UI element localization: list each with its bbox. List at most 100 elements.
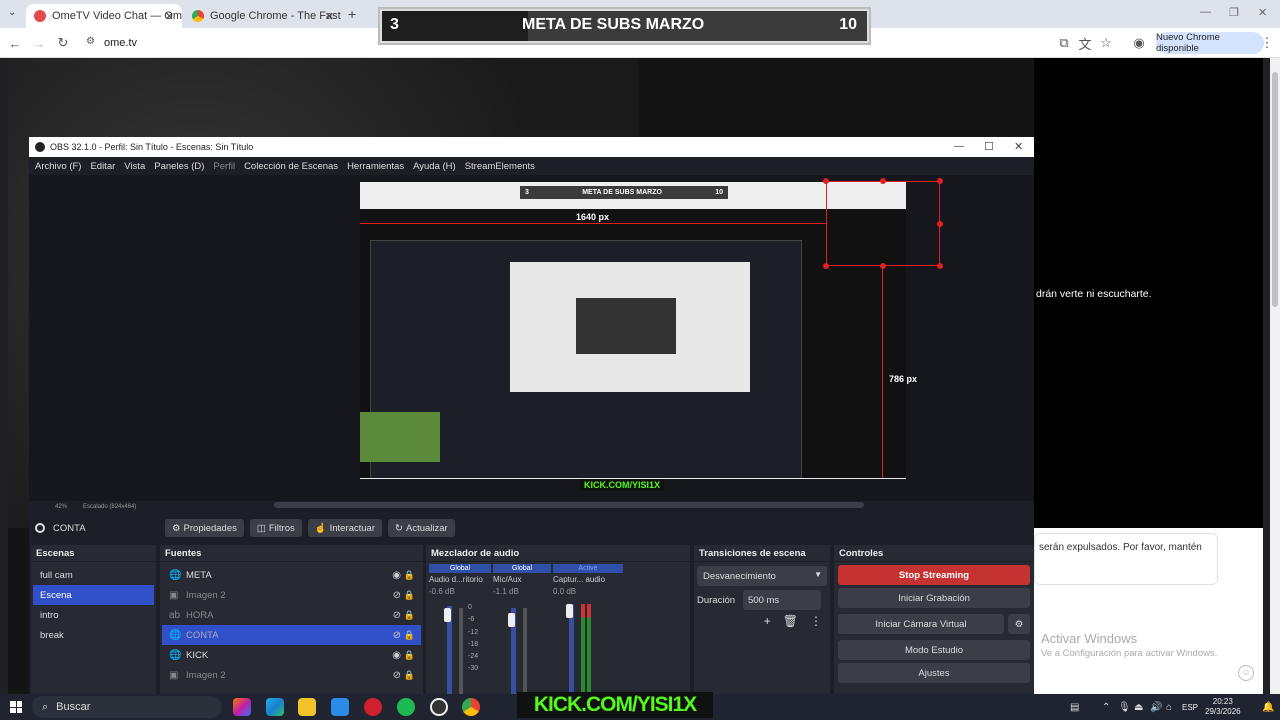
resize-handle[interactable] xyxy=(937,263,943,269)
menu-vista[interactable]: Vista xyxy=(124,161,145,172)
edge-icon[interactable] xyxy=(266,698,284,716)
lock-icon[interactable]: 🔒 xyxy=(404,610,415,621)
more-menu-icon[interactable]: ⋮ xyxy=(1258,34,1276,52)
restore-icon[interactable]: ❐ xyxy=(1229,6,1239,19)
eye-off-icon[interactable]: ⊘ xyxy=(393,670,401,681)
spotify-icon[interactable] xyxy=(397,698,415,716)
close-icon[interactable]: ✕ xyxy=(325,10,334,23)
eye-off-icon[interactable]: ⊘ xyxy=(393,590,401,601)
obs-preview-canvas[interactable]: 3 META DE SUBS MARZO 10 xyxy=(360,182,906,479)
lock-icon[interactable]: 🔒 xyxy=(404,650,415,661)
translate-icon[interactable]: 文 xyxy=(1076,34,1094,52)
copilot-icon[interactable] xyxy=(233,698,251,716)
studio-mode-button[interactable]: Modo Estudio xyxy=(838,640,1030,660)
tab-google-chrome[interactable]: Google Chrome - The Fast & Secure ✕ xyxy=(184,4,342,28)
scene-item[interactable]: Escena xyxy=(33,585,154,605)
back-icon[interactable]: ← xyxy=(6,34,24,52)
menu-editar[interactable]: Editar xyxy=(90,161,115,172)
close-window-icon[interactable]: ✕ xyxy=(1258,6,1267,19)
lock-icon[interactable]: 🔒 xyxy=(404,630,415,641)
scene-item[interactable]: full cam xyxy=(33,565,154,585)
menu-coleccion-escenas[interactable]: Colección de Escenas xyxy=(244,161,338,172)
notifications-icon[interactable]: 🔔 xyxy=(1262,702,1274,713)
eye-off-icon[interactable]: ⊘ xyxy=(393,630,401,641)
volume-handle[interactable] xyxy=(444,608,451,622)
store-icon[interactable] xyxy=(331,698,349,716)
taskbar-widget-icon[interactable]: ▤ xyxy=(1070,702,1079,713)
windows-start-icon[interactable] xyxy=(10,701,22,713)
duration-input[interactable]: 500 ms xyxy=(743,590,822,610)
minimize-icon[interactable]: — xyxy=(954,141,964,152)
chrome-taskbar-icon[interactable] xyxy=(462,698,480,716)
forward-icon[interactable]: → xyxy=(30,34,48,52)
new-tab-icon[interactable]: + xyxy=(348,6,356,22)
reload-icon[interactable]: ↻ xyxy=(54,34,72,52)
virtual-camera-settings-icon[interactable]: ⚙ xyxy=(1008,614,1030,634)
add-transition-icon[interactable]: + xyxy=(764,614,771,628)
interact-button[interactable]: ☝ Interactuar xyxy=(307,519,383,537)
resize-handle[interactable] xyxy=(937,178,943,184)
source-item[interactable]: 🌐 CONTA ⊘ 🔒 xyxy=(162,625,421,645)
menu-ayuda[interactable]: Ayuda (H) xyxy=(413,161,456,172)
settings-button[interactable]: Ajustes xyxy=(838,663,1030,683)
trash-icon[interactable]: 🗑 xyxy=(783,614,798,628)
start-virtual-camera-button[interactable]: Iniciar Cámara Virtual xyxy=(838,614,1004,634)
transition-select[interactable]: Desvanecimiento ▼ xyxy=(697,566,827,586)
source-item[interactable]: ▣ Imagen 2 ⊘ 🔒 xyxy=(162,585,421,605)
emoji-icon[interactable]: ☺ xyxy=(1238,665,1254,681)
microphone-icon[interactable]: 🎙 xyxy=(1118,702,1131,713)
clock[interactable]: 20:23 29/3/2026 xyxy=(1205,697,1241,717)
lock-icon[interactable]: 🔒 xyxy=(404,590,415,601)
close-window-icon[interactable]: ✕ xyxy=(1014,140,1023,153)
close-icon[interactable]: ✕ xyxy=(165,10,174,23)
volume-handle[interactable] xyxy=(566,604,573,618)
resize-handle[interactable] xyxy=(880,178,886,184)
file-explorer-icon[interactable] xyxy=(298,698,316,716)
scene-item[interactable]: intro xyxy=(33,605,154,625)
eye-icon[interactable]: ◉ xyxy=(392,570,401,581)
chrome-update-button[interactable]: Nuevo Chrome disponible xyxy=(1156,32,1264,54)
resize-handle[interactable] xyxy=(823,263,829,269)
lock-icon[interactable]: 🔒 xyxy=(404,570,415,581)
eye-icon[interactable]: ◉ xyxy=(392,650,401,661)
tab-search-icon[interactable]: ⌄ xyxy=(8,7,16,18)
maximize-icon[interactable]: ☐ xyxy=(984,140,994,153)
volume-icon[interactable]: 🔊 xyxy=(1150,702,1162,713)
properties-button[interactable]: ⚙ Propiedades xyxy=(165,519,244,537)
source-item[interactable]: 🌐 META ◉ 🔒 xyxy=(162,565,421,585)
chevron-up-icon[interactable]: ⌃ xyxy=(1102,702,1110,713)
menu-streamelements[interactable]: StreamElements xyxy=(465,161,535,172)
menu-herramientas[interactable]: Herramientas xyxy=(347,161,404,172)
obs-taskbar-icon[interactable] xyxy=(430,698,448,716)
volume-handle[interactable] xyxy=(508,613,515,627)
menu-archivo[interactable]: Archivo (F) xyxy=(35,161,81,172)
usb-icon[interactable]: ⏏ xyxy=(1134,702,1143,713)
opera-icon[interactable] xyxy=(364,698,382,716)
source-item[interactable]: 🌐 KICK ◉ 🔒 xyxy=(162,645,421,665)
filters-button[interactable]: ◫ Filtros xyxy=(249,519,302,537)
zoom-level[interactable]: 42% xyxy=(55,504,67,510)
taskbar-search[interactable]: ⌕ Buscar xyxy=(32,696,222,718)
site-info-icon[interactable]: ⚙ xyxy=(86,36,95,47)
lock-icon[interactable]: 🔒 xyxy=(404,670,415,681)
eye-off-icon[interactable]: ⊘ xyxy=(393,610,401,621)
start-recording-button[interactable]: Iniciar Grabación xyxy=(838,588,1030,608)
source-item[interactable]: ab HORA ⊘ 🔒 xyxy=(162,605,421,625)
refresh-button[interactable]: ↻ Actualizar xyxy=(388,519,455,537)
language-indicator[interactable]: ESP xyxy=(1182,703,1198,712)
stop-streaming-button[interactable]: Stop Streaming xyxy=(838,565,1030,585)
scene-item[interactable]: break xyxy=(33,625,154,645)
profile-icon[interactable]: ◉ xyxy=(1130,34,1148,52)
network-icon[interactable]: ⌂ xyxy=(1166,702,1172,713)
install-app-icon[interactable]: ⧉ xyxy=(1055,34,1073,52)
page-scroll-thumb[interactable] xyxy=(1272,72,1278,307)
menu-paneles[interactable]: Paneles (D) xyxy=(154,161,204,172)
resize-handle[interactable] xyxy=(937,221,943,227)
more-options-icon[interactable]: ⋮ xyxy=(810,614,822,628)
menu-perfil[interactable]: Perfil xyxy=(213,161,235,172)
bookmark-star-icon[interactable]: ☆ xyxy=(1097,34,1115,52)
tab-ometv[interactable]: OmeTV Video Chat — Omegle ✕ xyxy=(26,4,182,28)
resize-handle[interactable] xyxy=(880,263,886,269)
resize-handle[interactable] xyxy=(823,178,829,184)
source-item[interactable]: ▣ Imagen 2 ⊘ 🔒 xyxy=(162,665,421,685)
